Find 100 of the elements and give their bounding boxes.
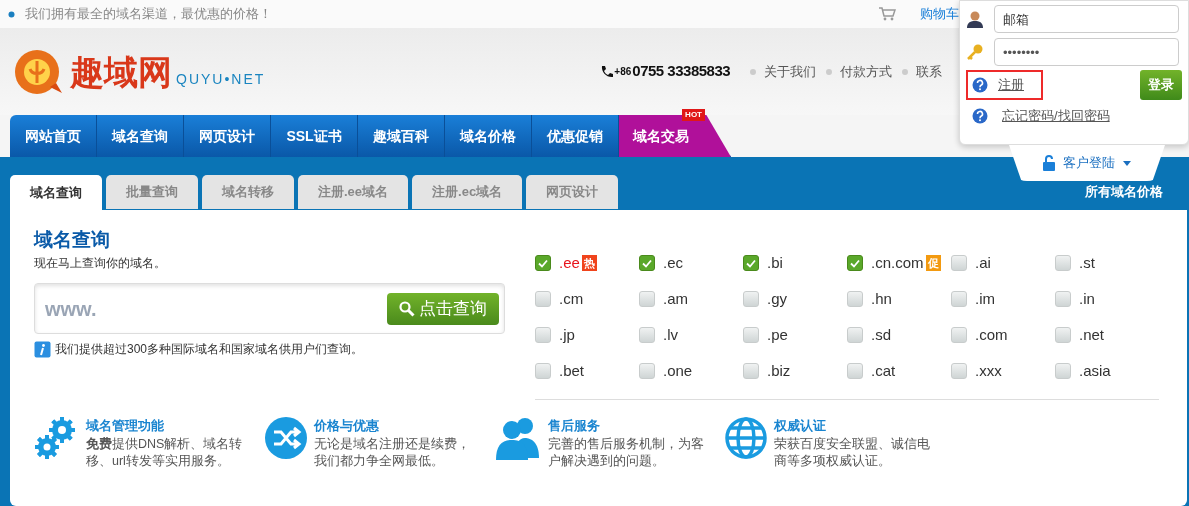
domain-checkbox[interactable] bbox=[847, 255, 863, 271]
key-icon bbox=[966, 43, 984, 61]
all-prices-link[interactable]: 所有域名价格 bbox=[1085, 181, 1163, 201]
cart-icon[interactable] bbox=[878, 7, 896, 21]
domain-badge: 促 bbox=[925, 255, 941, 271]
logo-name: 趣域网 bbox=[70, 54, 172, 89]
hot-badge: HOT bbox=[682, 109, 705, 121]
domain-checkbox[interactable] bbox=[951, 363, 967, 379]
lock-icon bbox=[1043, 155, 1055, 171]
domain-search-field[interactable]: www. 点击查询 bbox=[34, 283, 505, 334]
domain-checkbox[interactable] bbox=[847, 327, 863, 343]
forgot-password-link[interactable]: 忘记密码/找回密码 bbox=[1002, 106, 1110, 126]
people-icon bbox=[494, 416, 542, 460]
domain-checkbox[interactable] bbox=[743, 255, 759, 271]
search-title: 域名查询 bbox=[34, 228, 111, 252]
domain-checkbox[interactable] bbox=[1055, 291, 1071, 307]
domain-label: .am bbox=[663, 288, 688, 309]
info-icon bbox=[34, 340, 51, 358]
domain-checkbox[interactable] bbox=[743, 327, 759, 343]
check-icon bbox=[746, 258, 756, 268]
domain-label: .bi bbox=[767, 252, 783, 273]
header-link[interactable]: 关于我们 bbox=[750, 61, 817, 82]
domain-label: .sd bbox=[871, 324, 891, 345]
domain-checkbox[interactable] bbox=[639, 291, 655, 307]
phone-number: 0755 33385833 bbox=[632, 61, 731, 82]
check-icon bbox=[538, 258, 548, 268]
sub-tab[interactable]: 批量查询 bbox=[106, 175, 198, 209]
nav-item[interactable]: 优惠促销 bbox=[532, 115, 619, 157]
email-field[interactable]: 邮箱 bbox=[994, 5, 1179, 33]
www-prefix: www. bbox=[45, 296, 97, 322]
domain-checkbox[interactable] bbox=[535, 327, 551, 343]
phone-icon bbox=[600, 64, 615, 79]
domain-label: .com bbox=[975, 324, 1008, 345]
sub-tab[interactable]: 注册.ee域名 bbox=[298, 175, 409, 209]
domain-label: .in bbox=[1079, 288, 1095, 309]
domain-checkbox[interactable] bbox=[847, 363, 863, 379]
feature-title: 售后服务 bbox=[548, 417, 601, 435]
domain-badge: 热 bbox=[581, 255, 597, 271]
domain-label: .lv bbox=[663, 324, 678, 345]
nav-item[interactable]: 网站首页 bbox=[10, 115, 97, 157]
domain-checkbox[interactable] bbox=[1055, 363, 1071, 379]
search-subtitle: 现在马上查询你的域名。 bbox=[34, 255, 167, 272]
domain-checkbox[interactable] bbox=[847, 291, 863, 307]
user-icon bbox=[966, 10, 984, 28]
domain-label: .ai bbox=[975, 252, 991, 273]
search-note: 我们提供超过300多种国际域名和国家域名供用户们查询。 bbox=[55, 341, 364, 358]
feature-text: 免费提供DNS解析、域名转移、url转发等实用服务。 bbox=[86, 435, 244, 470]
domain-checkbox[interactable] bbox=[535, 255, 551, 271]
domain-checkbox[interactable] bbox=[1055, 255, 1071, 271]
domain-checkbox[interactable] bbox=[639, 363, 655, 379]
feature-text: 荣获百度安全联盟、诚信电商等多项权威认证。 bbox=[774, 435, 931, 470]
search-button[interactable]: 点击查询 bbox=[387, 292, 499, 325]
domain-checkbox[interactable] bbox=[951, 255, 967, 271]
domain-checkbox[interactable] bbox=[1055, 327, 1071, 343]
header-link[interactable]: 联系 bbox=[902, 61, 943, 82]
cart-link[interactable]: 购物车 bbox=[920, 4, 959, 24]
domain-label: .biz bbox=[767, 360, 791, 381]
domain-label: .jp bbox=[559, 324, 575, 345]
nav-item[interactable]: 域名查询 bbox=[97, 115, 184, 157]
domain-checkbox[interactable] bbox=[535, 291, 551, 307]
sub-tab[interactable]: 注册.ec域名 bbox=[412, 175, 523, 209]
domain-label: .ee bbox=[559, 252, 580, 273]
login-button[interactable]: 登录 bbox=[1140, 70, 1182, 100]
password-field[interactable]: •••••••• bbox=[994, 38, 1179, 66]
sub-tab[interactable]: 网页设计 bbox=[526, 175, 619, 209]
domain-checkbox[interactable] bbox=[639, 255, 655, 271]
domain-label: .gy bbox=[767, 288, 787, 309]
domain-checkbox[interactable] bbox=[639, 327, 655, 343]
header-link[interactable]: 付款方式 bbox=[826, 61, 893, 82]
nav-item[interactable]: SSL证书 bbox=[271, 115, 358, 157]
nav-item[interactable]: 趣域百科 bbox=[358, 115, 445, 157]
domain-label: .net bbox=[1079, 324, 1105, 345]
domain-checkbox[interactable] bbox=[535, 363, 551, 379]
logo-domain: QUYU•NET bbox=[176, 70, 266, 89]
feature-title: 价格与优惠 bbox=[314, 417, 380, 435]
domain-checkbox[interactable] bbox=[951, 327, 967, 343]
nav-item[interactable]: 域名价格 bbox=[445, 115, 532, 157]
phone-prefix: +86 bbox=[614, 65, 632, 79]
sub-tab[interactable]: 域名转移 bbox=[202, 175, 294, 209]
globe-icon bbox=[724, 416, 768, 460]
domain-label: .asia bbox=[1079, 360, 1111, 381]
feature-text: 完善的售后服务机制，为客户解决遇到的问题。 bbox=[548, 435, 705, 470]
domain-label: .cat bbox=[871, 360, 896, 381]
domain-label: .cn.com bbox=[871, 252, 924, 273]
customer-login-tab[interactable]: 客户登陆 bbox=[1009, 145, 1165, 181]
nav-item[interactable]: 网页设计 bbox=[184, 115, 271, 157]
domain-checkbox[interactable] bbox=[951, 291, 967, 307]
feature-title: 域名管理功能 bbox=[86, 417, 165, 435]
domain-label: .one bbox=[663, 360, 693, 381]
domain-label: .xxx bbox=[975, 360, 1002, 381]
check-icon bbox=[850, 258, 860, 268]
search-icon bbox=[399, 300, 415, 317]
domain-label: .im bbox=[975, 288, 995, 309]
domain-checkbox[interactable] bbox=[743, 363, 759, 379]
register-link[interactable]: 注册 bbox=[998, 75, 1024, 95]
domain-checkbox[interactable] bbox=[743, 291, 759, 307]
domain-label: .ec bbox=[663, 252, 683, 273]
bullet-icon bbox=[8, 10, 15, 18]
domain-label: .pe bbox=[767, 324, 788, 345]
sub-tab[interactable]: 域名查询 bbox=[10, 175, 102, 210]
